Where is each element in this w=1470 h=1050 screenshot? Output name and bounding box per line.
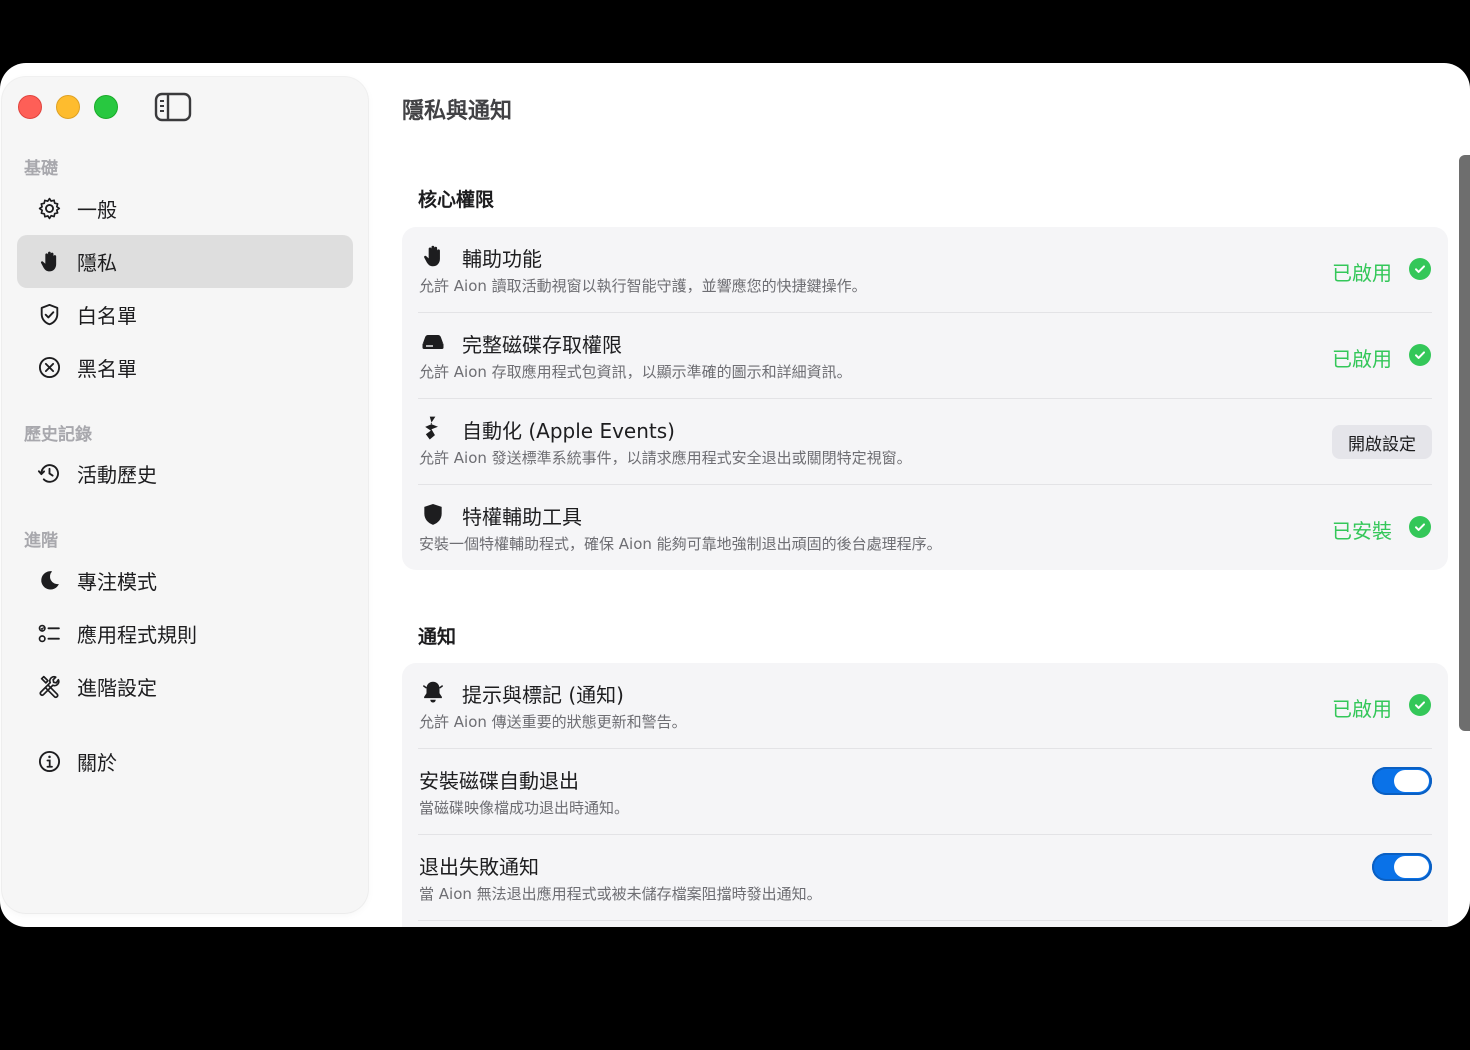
sidebar-item-general[interactable]: 一般 <box>17 182 353 235</box>
x-circle-icon <box>38 356 61 379</box>
toggle-knob <box>1394 770 1429 792</box>
tools-icon <box>39 675 60 699</box>
sidebar-item-label: 進階設定 <box>77 676 157 700</box>
permission-title: 輔助功能 <box>462 247 542 271</box>
sidebar: 基礎 一般 隱私 白名單 黑名單 歷史記錄 活動歷史 進階 專注模式 應用程式規… <box>2 77 368 913</box>
notification-row-disk-eject: 安裝磁碟自動退出 當磁碟映像檔成功退出時通知。 <box>402 749 1448 835</box>
permission-title: 特權輔助工具 <box>462 505 582 529</box>
notification-description: 當 Aion 無法退出應用程式或被未儲存檔案阻擋時發出通知。 <box>419 885 822 903</box>
minimize-window-button[interactable] <box>56 95 80 119</box>
permission-description: 允許 Aion 存取應用程式包資訊，以顯示準確的圖示和詳細資訊。 <box>419 363 852 381</box>
notification-title: 安裝磁碟自動退出 <box>419 769 579 793</box>
notification-title: 提示與標記 (通知) <box>462 683 624 707</box>
notification-description: 當磁碟映像檔成功退出時通知。 <box>419 799 630 817</box>
sidebar-item-label: 活動歷史 <box>77 463 157 487</box>
permission-title: 自動化 (Apple Events) <box>462 419 675 443</box>
notification-title: 退出失敗通知 <box>419 855 539 879</box>
sidebar-item-label: 專注模式 <box>77 570 157 594</box>
checkmark-icon <box>1409 516 1431 538</box>
status-label: 已啟用 <box>1332 347 1392 371</box>
status-label: 已啟用 <box>1332 697 1392 721</box>
permission-title: 完整磁碟存取權限 <box>462 333 622 357</box>
sidebar-item-focus-mode[interactable]: 專注模式 <box>17 554 353 607</box>
permission-row-automation: 自動化 (Apple Events) 允許 Aion 發送標準系統事件，以請求應… <box>402 399 1448 485</box>
history-icon <box>37 464 59 483</box>
status-label: 已啟用 <box>1332 261 1392 285</box>
shield-fill-icon <box>424 504 442 525</box>
sidebar-section-basic: 基礎 <box>24 159 58 179</box>
sidebar-section-advanced: 進階 <box>24 531 58 551</box>
notification-description: 允許 Aion 傳送重要的狀態更新和警告。 <box>419 713 687 731</box>
automation-icon <box>425 416 438 440</box>
core-permissions-card: 輔助功能 允許 Aion 讀取活動視窗以執行智能守護，並響應您的快捷鍵操作。 已… <box>402 227 1448 570</box>
permission-description: 允許 Aion 讀取活動視窗以執行智能守護，並響應您的快捷鍵操作。 <box>419 277 867 295</box>
hand-icon <box>40 251 57 272</box>
permission-row-full-disk-access: 完整磁碟存取權限 允許 Aion 存取應用程式包資訊，以顯示準確的圖示和詳細資訊… <box>402 313 1448 399</box>
permission-description: 允許 Aion 發送標準系統事件，以請求應用程式安全退出或關閉特定視窗。 <box>419 449 912 467</box>
sidebar-section-history: 歷史記錄 <box>24 425 92 445</box>
quit-failure-notification-toggle[interactable] <box>1372 853 1432 881</box>
sidebar-item-label: 應用程式規則 <box>77 623 197 647</box>
close-window-button[interactable] <box>18 95 42 119</box>
sidebar-item-label: 關於 <box>77 751 117 775</box>
notification-row-alerts-badges: 提示與標記 (通知) 允許 Aion 傳送重要的狀態更新和警告。 已啟用 <box>402 663 1448 749</box>
sidebar-item-advanced-settings[interactable]: 進階設定 <box>17 660 353 713</box>
bell-icon <box>423 681 443 703</box>
sidebar-item-whitelist[interactable]: 白名單 <box>17 288 353 341</box>
sidebar-toggle-icon[interactable] <box>154 92 192 122</box>
moon-icon <box>41 571 59 590</box>
permission-description: 安裝一個特權輔助程式，確保 Aion 能夠可靠地強制退出頑固的後台處理程序。 <box>419 535 942 553</box>
disk-icon <box>422 335 444 349</box>
core-permissions-heading: 核心權限 <box>418 189 495 211</box>
permission-row-accessibility: 輔助功能 允許 Aion 讀取活動視窗以執行智能守護，並響應您的快捷鍵操作。 已… <box>402 227 1448 313</box>
sidebar-item-label: 隱私 <box>77 251 117 275</box>
checkmark-icon <box>1409 344 1431 366</box>
open-settings-button[interactable]: 開啟設定 <box>1332 425 1432 459</box>
sidebar-item-label: 白名單 <box>77 304 137 328</box>
row-divider <box>418 920 1432 921</box>
sidebar-item-app-rules[interactable]: 應用程式規則 <box>17 607 353 660</box>
vertical-scrollbar[interactable] <box>1459 155 1470 731</box>
gear-icon <box>38 197 61 220</box>
hand-icon <box>424 245 440 267</box>
toggle-knob <box>1394 856 1429 878</box>
notifications-card: 提示與標記 (通知) 允許 Aion 傳送重要的狀態更新和警告。 已啟用 安裝磁… <box>402 663 1448 927</box>
checkmark-icon <box>1409 258 1431 280</box>
sidebar-item-about[interactable]: 關於 <box>17 735 353 788</box>
info-icon <box>38 750 61 773</box>
permission-row-privileged-helper: 特權輔助工具 安裝一個特權輔助程式，確保 Aion 能夠可靠地強制退出頑固的後台… <box>402 485 1448 571</box>
sidebar-item-activity-history[interactable]: 活動歷史 <box>17 447 353 500</box>
status-label: 已安裝 <box>1332 519 1392 543</box>
shield-check-icon <box>40 303 59 326</box>
settings-window: 基礎 一般 隱私 白名單 黑名單 歷史記錄 活動歷史 進階 專注模式 應用程式規… <box>0 63 1470 927</box>
zoom-window-button[interactable] <box>94 95 118 119</box>
disk-eject-notification-toggle[interactable] <box>1372 767 1432 795</box>
sidebar-item-privacy[interactable]: 隱私 <box>17 235 353 288</box>
sidebar-item-blacklist[interactable]: 黑名單 <box>17 341 353 394</box>
notification-row-quit-failure: 退出失敗通知 當 Aion 無法退出應用程式或被未儲存檔案阻擋時發出通知。 <box>402 835 1448 921</box>
checklist-icon <box>38 624 60 643</box>
page-title: 隱私與通知 <box>402 99 513 124</box>
checkmark-icon <box>1409 694 1431 716</box>
notifications-heading: 通知 <box>418 626 457 648</box>
sidebar-item-label: 黑名單 <box>77 357 137 381</box>
sidebar-item-label: 一般 <box>77 198 117 222</box>
